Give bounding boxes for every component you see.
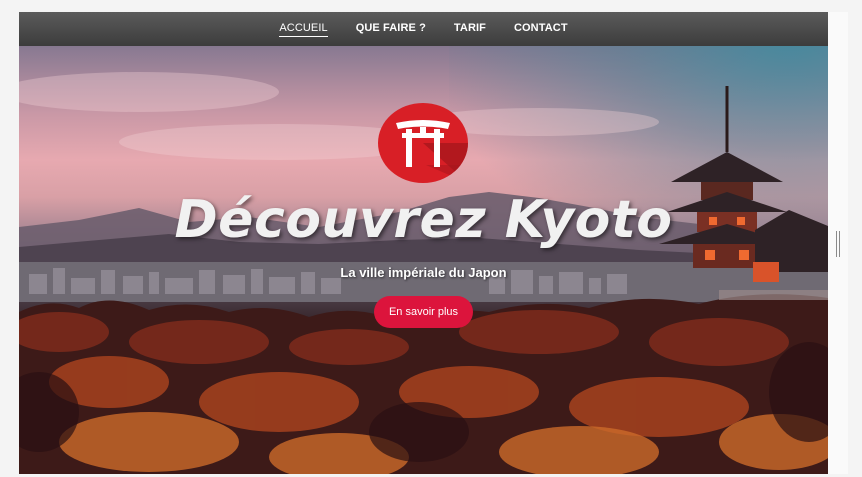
hero-section: ACCUEIL QUE FAIRE ? TARIF CONTACT Découv… [19,12,828,474]
nav-link-accueil[interactable]: ACCUEIL [279,22,328,37]
scrollbar-handle[interactable] [836,231,840,257]
hero-title: Découvrez Kyoto [174,190,673,250]
nav-link-contact[interactable]: CONTACT [514,22,568,36]
hero-subtitle: La ville impériale du Japon [340,265,507,280]
learn-more-button[interactable]: En savoir plus [374,296,473,328]
nav-link-que-faire[interactable]: QUE FAIRE ? [356,22,426,36]
nav-link-tarif[interactable]: TARIF [454,22,486,36]
logo-badge [378,103,468,183]
main-navbar: ACCUEIL QUE FAIRE ? TARIF CONTACT [19,12,828,46]
torii-gate-icon [396,120,468,183]
